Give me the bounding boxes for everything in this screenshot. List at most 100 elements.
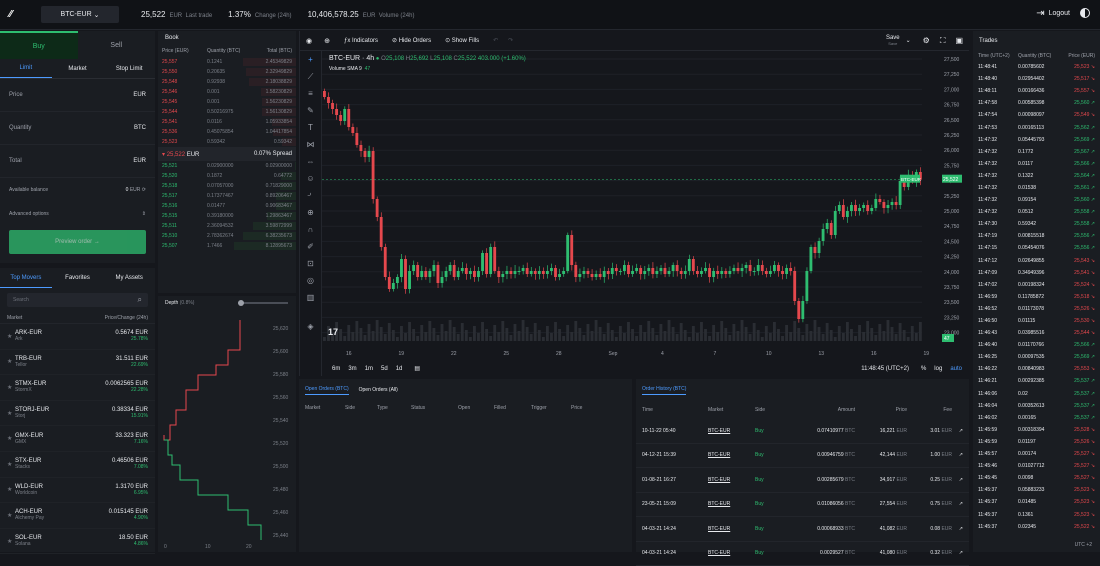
- list-item[interactable]: ★SOL-EURSolana18.50 EUR4.86%: [0, 529, 155, 555]
- table-row[interactable]: 10-11-22 05:40BTC-EURBuy0.07410977 BTC16…: [636, 419, 969, 444]
- list-item[interactable]: ★ACH-EURAlchemy Pay0.015145 EUR4.90%: [0, 503, 155, 529]
- book-row[interactable]: 25,5230.593420.59342: [158, 137, 296, 147]
- magnet-icon[interactable]: ∩: [306, 225, 316, 235]
- lock-icon[interactable]: ⊡: [306, 259, 316, 269]
- book-row[interactable]: 25,5071.74668.12895673: [158, 241, 296, 251]
- external-link-icon[interactable]: ↗: [959, 501, 963, 507]
- table-row[interactable]: 23-05-21 15:09BTC-EURBuy0.01086056 BTC27…: [636, 493, 969, 518]
- book-row[interactable]: 25,5170.173774670.89206467: [158, 191, 296, 201]
- slider-handle[interactable]: [238, 300, 244, 306]
- gear-icon[interactable]: ⚙: [923, 36, 930, 45]
- tab-limit[interactable]: Limit: [0, 59, 52, 78]
- horizontal-lines-icon[interactable]: ≡: [306, 89, 316, 99]
- show-fills-button[interactable]: ⊙ Show Fills: [445, 37, 479, 44]
- book-row[interactable]: 25,5180.070570000.71829000: [158, 181, 296, 191]
- star-icon[interactable]: ★: [7, 410, 15, 417]
- book-row[interactable]: 25,5210.029000000.02900000: [158, 161, 296, 171]
- book-row[interactable]: 25,5480.929382.18038829: [158, 77, 296, 87]
- eye-icon[interactable]: ◉: [306, 37, 312, 45]
- range-5d[interactable]: 5d: [381, 366, 388, 372]
- book-row[interactable]: 25,5360.450758541.04417854: [158, 127, 296, 137]
- star-icon[interactable]: ★: [7, 461, 15, 468]
- tab-open-orders-btc[interactable]: Open Orders (BTC): [305, 386, 349, 395]
- star-icon[interactable]: ★: [7, 333, 15, 340]
- star-icon[interactable]: ★: [7, 538, 15, 545]
- tab-open-orders-all[interactable]: Open Orders (All): [359, 387, 398, 393]
- list-item[interactable]: ★STORJ-EURStorj0.38334 EUR15.91%: [0, 401, 155, 427]
- book-row[interactable]: 25,5410.01161.05933854: [158, 117, 296, 127]
- trash-icon[interactable]: ▥: [306, 293, 316, 303]
- ruler-icon[interactable]: ⌏: [306, 191, 316, 201]
- tab-order-history[interactable]: Order History (BTC): [642, 386, 686, 395]
- table-row[interactable]: 04-03-21 14:24BTC-EURBuy0.00068933 BTC41…: [636, 517, 969, 542]
- chevron-down-icon[interactable]: ⌄: [906, 37, 911, 44]
- logo-icon[interactable]: ⁄⁄: [9, 9, 21, 21]
- hist-market-link[interactable]: BTC-EUR: [708, 428, 755, 434]
- external-link-icon[interactable]: ↗: [959, 550, 963, 556]
- undo-icon[interactable]: ↶: [493, 37, 498, 44]
- search-input[interactable]: Search⌕: [7, 293, 148, 307]
- total-field[interactable]: TotalEUR: [0, 145, 155, 178]
- brush-icon[interactable]: ✎: [306, 106, 316, 116]
- camera-icon[interactable]: ▣: [955, 36, 963, 45]
- table-row[interactable]: 04-12-21 15:39BTC-EURBuy0.00946759 BTC42…: [636, 444, 969, 469]
- external-link-icon[interactable]: ↗: [959, 452, 963, 458]
- range-3m[interactable]: 3m: [348, 366, 356, 372]
- list-item[interactable]: ★WLD-EURWorldcoin1.3170 EUR6.95%: [0, 478, 155, 504]
- list-item[interactable]: ★ARK-EURArk0.5674 EUR25.78%: [0, 324, 155, 350]
- book-row[interactable]: 25,5450.0011.56230829: [158, 97, 296, 107]
- star-icon[interactable]: ★: [7, 435, 15, 442]
- pencil-lock-icon[interactable]: ✐: [306, 242, 316, 252]
- refresh-icon[interactable]: ⟳: [142, 187, 146, 193]
- advanced-options[interactable]: Advanced options⇕: [0, 202, 155, 226]
- visibility-icon[interactable]: ◎: [306, 276, 316, 286]
- star-icon[interactable]: ★: [7, 486, 15, 493]
- tab-sell[interactable]: Sell: [78, 31, 156, 59]
- star-icon[interactable]: ★: [7, 512, 15, 519]
- book-row[interactable]: 25,5200.18720.64772: [158, 171, 296, 181]
- star-icon[interactable]: ★: [7, 358, 15, 365]
- table-row[interactable]: 01-08-21 16:27BTC-EURBuy0.00285679 BTC34…: [636, 468, 969, 493]
- text-icon[interactable]: T: [306, 123, 316, 133]
- emoji-icon[interactable]: ☺: [306, 174, 316, 184]
- list-item[interactable]: ★STMX-EURStormX0.0062565 EUR22.28%: [0, 375, 155, 401]
- book-row[interactable]: 25,5160.014770.90683467: [158, 201, 296, 211]
- fullscreen-icon[interactable]: ⛶: [940, 36, 946, 46]
- auto-toggle[interactable]: auto: [950, 366, 962, 372]
- theme-toggle-icon[interactable]: [1080, 8, 1090, 18]
- zoom-in-icon[interactable]: ⊕: [306, 208, 316, 218]
- tab-favorites[interactable]: Favorites: [52, 268, 104, 288]
- list-item[interactable]: ★TRB-EURTellor31.511 EUR22.69%: [0, 350, 155, 376]
- book-row[interactable]: 25,5150.391800001.29863467: [158, 211, 296, 221]
- save-button[interactable]: SaveSave: [886, 35, 900, 47]
- external-link-icon[interactable]: ↗: [959, 526, 963, 532]
- indicators-button[interactable]: ƒx Indicators: [344, 38, 378, 44]
- log-toggle[interactable]: log: [934, 366, 942, 372]
- hist-market-link[interactable]: BTC-EUR: [708, 477, 755, 483]
- tab-my-assets[interactable]: My Assets: [103, 268, 155, 288]
- book-row[interactable]: 25,5102.783626746.38235673: [158, 231, 296, 241]
- logout-button[interactable]: ⇥Logout: [1036, 8, 1070, 19]
- redo-icon[interactable]: ↷: [508, 37, 513, 44]
- range-1d[interactable]: 1d: [396, 366, 403, 372]
- star-icon[interactable]: ★: [7, 384, 15, 391]
- book-row[interactable]: 25,5112.360945323.59872999: [158, 221, 296, 231]
- compare-icon[interactable]: ⊕: [324, 37, 330, 45]
- crosshair-icon[interactable]: +: [306, 55, 316, 65]
- tab-market[interactable]: Market: [52, 59, 104, 78]
- candlestick-plot[interactable]: 27,50027,25027,00026,75026,50026,25026,0…: [322, 51, 970, 361]
- pattern-icon[interactable]: ⋈: [306, 140, 316, 150]
- book-row[interactable]: 25,5500.206352.32949829: [158, 67, 296, 77]
- preview-order-button[interactable]: Preview order →: [9, 230, 146, 254]
- hide-orders-button[interactable]: ⊘ Hide Orders: [392, 37, 431, 44]
- hist-market-link[interactable]: BTC-EUR: [708, 452, 755, 458]
- list-item[interactable]: ★STX-EURStacks0.46506 EUR7.08%: [0, 452, 155, 478]
- external-link-icon[interactable]: ↗: [959, 477, 963, 483]
- table-row[interactable]: 04-03-21 14:24BTC-EURBuy0.0029527 BTC41,…: [636, 542, 969, 566]
- quantity-field[interactable]: QuantityBTC: [0, 112, 155, 145]
- measure-icon[interactable]: ⇔: [306, 157, 316, 167]
- book-row[interactable]: 25,5570.12412.45349829: [158, 57, 296, 67]
- hist-market-link[interactable]: BTC-EUR: [708, 526, 755, 532]
- hist-market-link[interactable]: BTC-EUR: [708, 550, 755, 556]
- tab-stop-limit[interactable]: Stop Limit: [103, 59, 155, 78]
